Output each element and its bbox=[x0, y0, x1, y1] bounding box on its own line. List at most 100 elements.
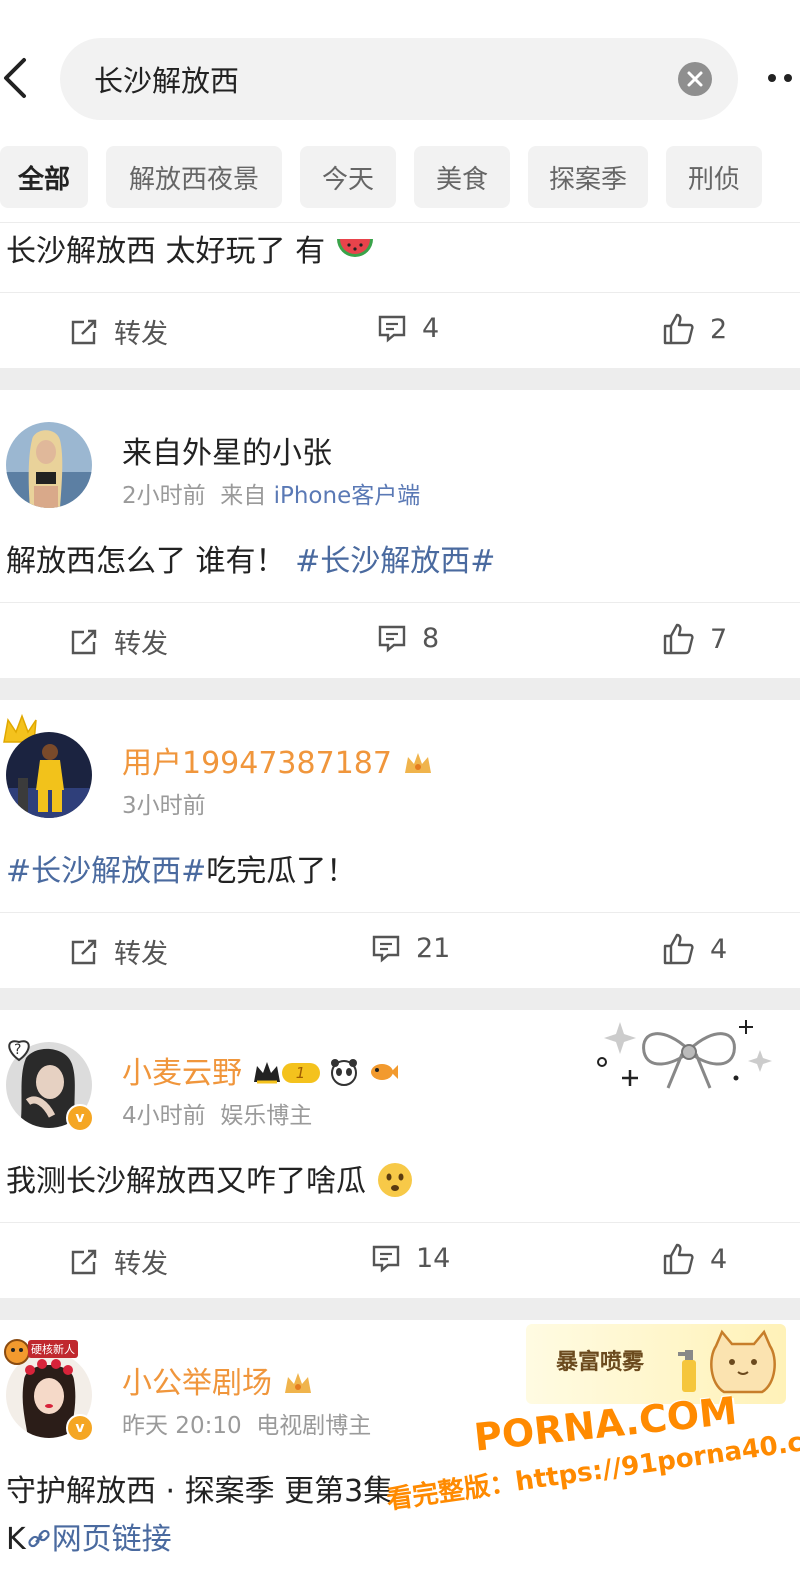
divider bbox=[0, 602, 800, 603]
divider bbox=[0, 912, 800, 913]
repost-icon bbox=[71, 1249, 97, 1274]
repost-button[interactable]: 转发 bbox=[68, 622, 168, 661]
post-time: 昨天 20:10 bbox=[122, 1413, 242, 1439]
repost-label: 转发 bbox=[114, 319, 168, 350]
hashtag-link[interactable]: #长沙解放西# bbox=[6, 854, 206, 889]
comment-count: 14 bbox=[416, 1242, 451, 1274]
repost-icon bbox=[71, 629, 97, 654]
link-prefix: K bbox=[6, 1522, 26, 1557]
comment-button[interactable]: 14 bbox=[370, 1242, 450, 1274]
user-role: 电视剧博主 bbox=[256, 1413, 372, 1439]
banner-text: 暴富喷雾 bbox=[556, 1350, 645, 1375]
username[interactable]: 小公举剧场 bbox=[122, 1358, 314, 1402]
worried-face-emoji-icon bbox=[377, 1163, 412, 1197]
svg-text:?: ? bbox=[14, 1042, 21, 1058]
post-text-content: 吃完瓜了！ bbox=[206, 854, 357, 889]
tab-today[interactable]: 今天 bbox=[300, 146, 396, 208]
comment-button[interactable]: 4 bbox=[376, 312, 439, 344]
divider bbox=[0, 222, 800, 223]
vip-crown-icon bbox=[284, 1373, 311, 1393]
comment-icon bbox=[378, 315, 406, 343]
bow-decoration-icon bbox=[594, 1012, 784, 1094]
avatar[interactable] bbox=[6, 732, 92, 818]
level-number: 1 bbox=[281, 1063, 320, 1083]
verified-badge-icon: v bbox=[66, 1104, 94, 1132]
like-count: 2 bbox=[710, 313, 728, 345]
post-separator bbox=[0, 1298, 800, 1320]
like-count: 7 bbox=[710, 623, 728, 655]
source-prefix: 来自 bbox=[220, 483, 267, 509]
like-count: 4 bbox=[710, 1243, 728, 1275]
post-meta: 2小时前 来自 iPhone客户端 bbox=[122, 476, 420, 510]
post-separator bbox=[0, 678, 800, 700]
username[interactable]: 小麦云野 1 bbox=[122, 1048, 399, 1092]
tab-night-view[interactable]: 解放西夜景 bbox=[106, 146, 282, 208]
post-text: 我测长沙解放西又咋了啥瓜 bbox=[6, 1156, 414, 1200]
username-text: 小麦云野 bbox=[122, 1056, 242, 1091]
repost-button[interactable]: 转发 bbox=[68, 312, 168, 351]
like-button[interactable]: 2 bbox=[662, 312, 727, 346]
like-button[interactable]: 4 bbox=[662, 1242, 727, 1276]
decoration-banner: 暴富喷雾 bbox=[526, 1324, 786, 1404]
panda-icon bbox=[331, 1059, 358, 1086]
post-text-content: 我测长沙解放西又咋了啥瓜 bbox=[6, 1164, 366, 1199]
post-meta: 4小时前 娱乐博主 bbox=[122, 1096, 312, 1130]
like-button[interactable]: 7 bbox=[662, 622, 727, 656]
username-text: 用户19947387187 bbox=[122, 746, 392, 781]
web-link[interactable]: 网页链接 bbox=[52, 1522, 172, 1557]
comment-icon bbox=[372, 935, 400, 963]
crown-icon bbox=[253, 1062, 280, 1084]
clear-search-icon[interactable] bbox=[678, 62, 712, 96]
username-text: 小公举剧场 bbox=[122, 1366, 272, 1401]
post-time: 4小时前 bbox=[122, 1103, 206, 1129]
post-source[interactable]: iPhone客户端 bbox=[274, 483, 421, 509]
post-text-content: 长沙解放西 太好玩了 有 bbox=[6, 234, 326, 269]
thumbs-up-icon bbox=[663, 623, 694, 655]
repost-label: 转发 bbox=[114, 1249, 168, 1280]
post-separator bbox=[0, 368, 800, 390]
username[interactable]: 用户19947387187 bbox=[122, 738, 434, 782]
verified-badge-icon: v bbox=[66, 1414, 94, 1442]
level-badge: 1 bbox=[252, 1060, 320, 1086]
tab-food[interactable]: 美食 bbox=[414, 146, 510, 208]
comment-button[interactable]: 8 bbox=[376, 622, 439, 654]
post-separator bbox=[0, 988, 800, 1010]
fish-icon bbox=[370, 1064, 398, 1080]
watermelon-emoji-icon bbox=[336, 239, 373, 257]
repost-button[interactable]: 转发 bbox=[68, 932, 168, 971]
comment-button[interactable]: 21 bbox=[370, 932, 450, 964]
avatar[interactable] bbox=[6, 422, 92, 508]
repost-button[interactable]: 转发 bbox=[68, 1242, 168, 1281]
like-button[interactable]: 4 bbox=[662, 932, 727, 966]
post-text: 长沙解放西 太好玩了 有 bbox=[6, 226, 375, 270]
post-link-line: K 网页链接 bbox=[6, 1514, 172, 1558]
repost-label: 转发 bbox=[114, 939, 168, 970]
divider bbox=[0, 292, 800, 293]
tab-case-season[interactable]: 探案季 bbox=[528, 146, 648, 208]
spray-bottle-icon bbox=[678, 1350, 696, 1392]
vip-crown-icon bbox=[404, 753, 431, 773]
post-text-content: 解放西怎么了 谁有！ bbox=[6, 544, 286, 579]
repost-label: 转发 bbox=[114, 629, 168, 660]
comment-count: 8 bbox=[422, 622, 440, 654]
post-text: 守护解放西 · 探案季 更第3集 bbox=[6, 1474, 394, 1509]
post-time: 3小时前 bbox=[122, 793, 206, 819]
more-options-icon[interactable] bbox=[764, 70, 800, 86]
new-user-badge: 硬核新人 bbox=[2, 1336, 78, 1366]
comment-icon bbox=[372, 1245, 400, 1273]
user-role: 娱乐博主 bbox=[220, 1103, 313, 1129]
tab-criminal[interactable]: 刑侦 bbox=[666, 146, 762, 208]
repost-icon bbox=[71, 939, 97, 964]
thumbs-up-icon bbox=[663, 1243, 694, 1275]
post-text: 解放西怎么了 谁有！ #长沙解放西# bbox=[6, 536, 495, 580]
like-count: 4 bbox=[710, 933, 728, 965]
post-text: #长沙解放西#吃完瓜了！ bbox=[6, 846, 356, 890]
link-icon bbox=[28, 1529, 50, 1548]
tab-all[interactable]: 全部 bbox=[0, 146, 88, 208]
cat-sticker-icon bbox=[710, 1329, 776, 1394]
post-meta: 昨天 20:10 电视剧博主 bbox=[122, 1406, 371, 1440]
username[interactable]: 来自外星的小张 bbox=[122, 428, 332, 472]
back-button[interactable] bbox=[0, 50, 34, 106]
search-input[interactable]: 长沙解放西 bbox=[94, 58, 239, 100]
hashtag-link[interactable]: #长沙解放西# bbox=[295, 544, 495, 579]
